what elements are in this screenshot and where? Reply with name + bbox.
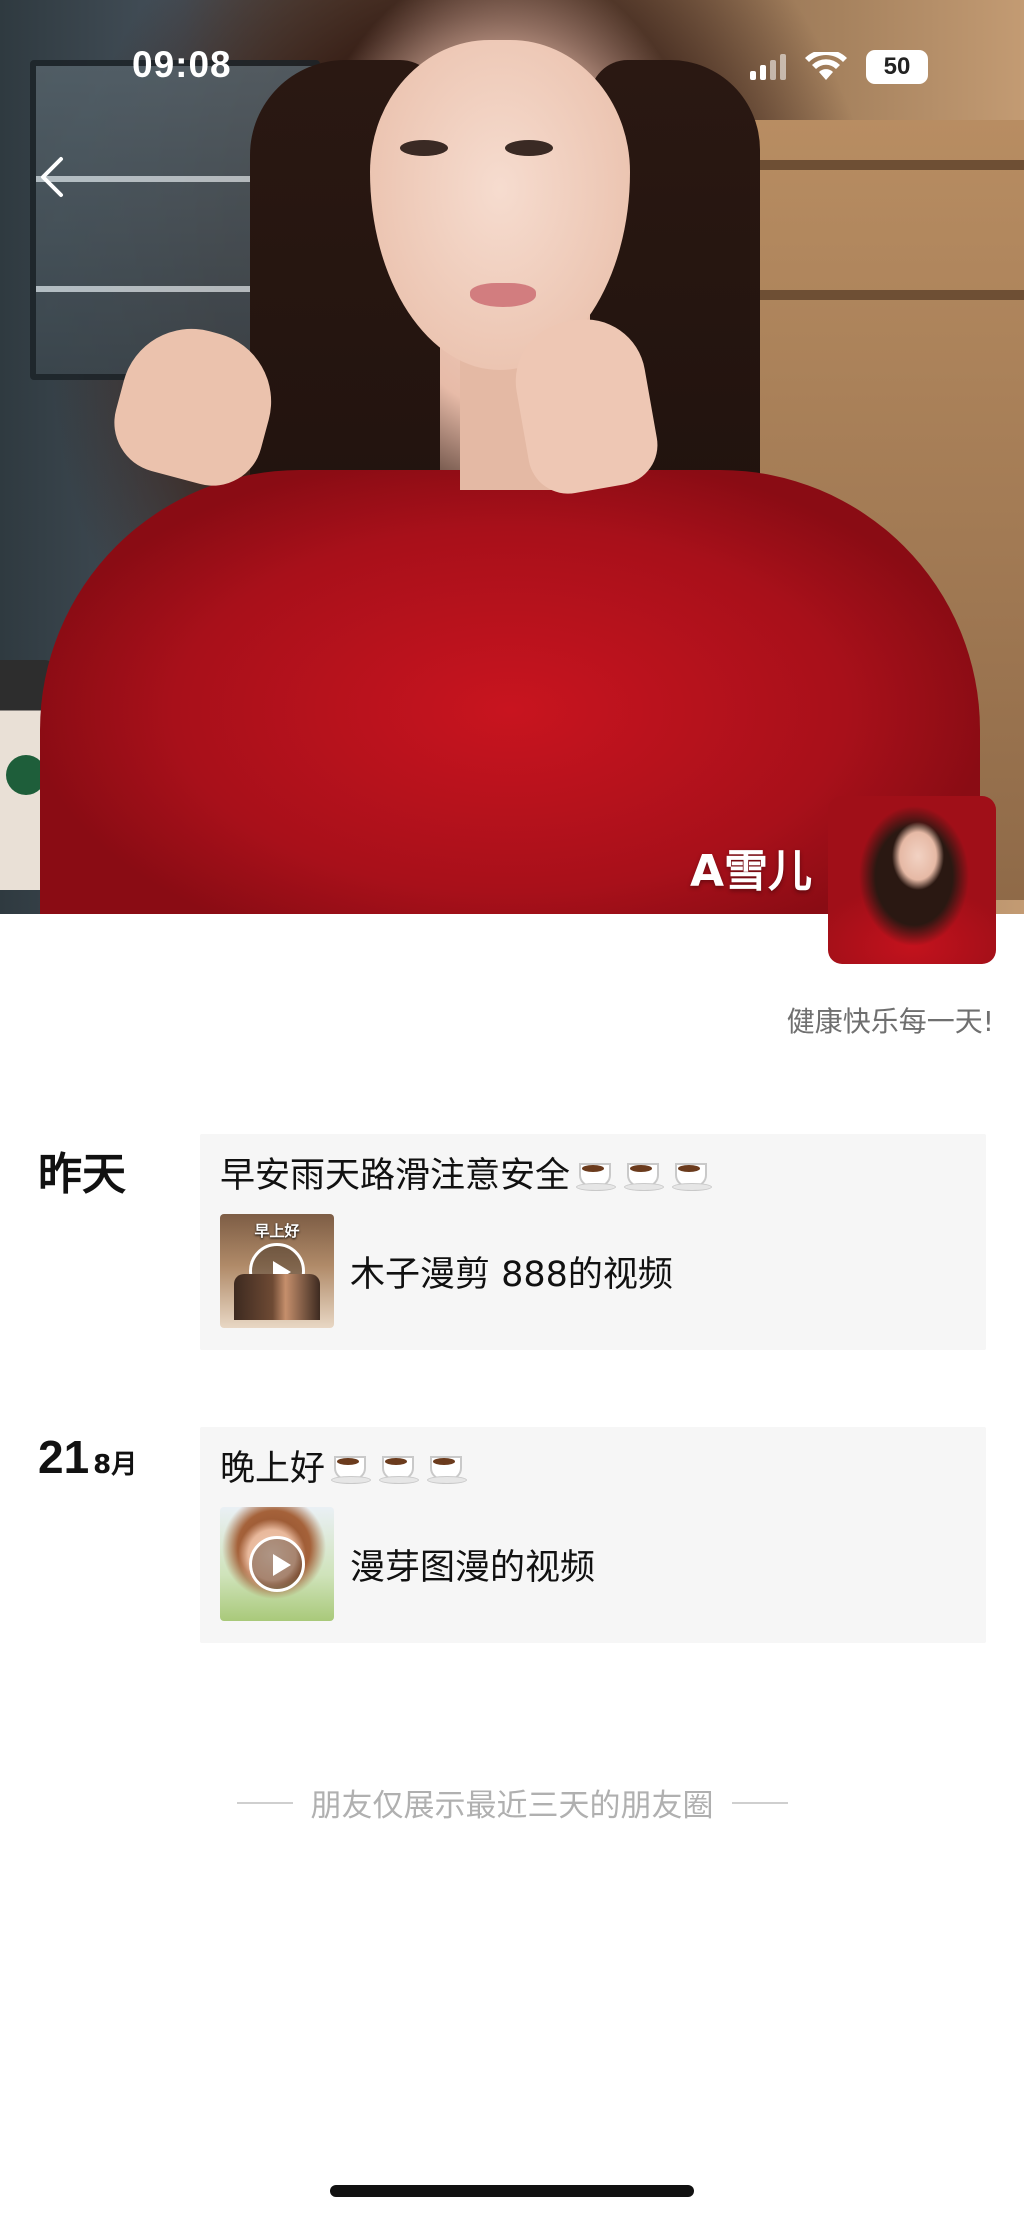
cover-eye — [400, 140, 448, 156]
video-title[interactable]: 漫芽图漫的视频 — [350, 1539, 595, 1590]
video-thumbnail[interactable] — [220, 1507, 334, 1621]
feed-end-text: 朋友仅展示最近三天的朋友圈 — [310, 1788, 714, 1824]
hot-beverage-icon — [576, 1155, 618, 1193]
profile-signature: 健康快乐每一天! — [786, 1005, 994, 1038]
video-share[interactable]: 漫芽图漫的视频 — [220, 1507, 968, 1621]
post-text: 晚上好 — [220, 1445, 968, 1493]
video-title[interactable]: 木子漫剪 888的视频 — [350, 1246, 673, 1297]
cover-eye — [505, 140, 553, 156]
status-time: 09:08 — [132, 44, 232, 85]
cover-lips — [470, 283, 536, 307]
video-thumbnail-caption: 早上好 — [254, 1222, 300, 1240]
play-icon[interactable] — [249, 1243, 305, 1299]
status-icons: 50 — [750, 50, 928, 84]
post-date-month: 8月 — [93, 1450, 138, 1480]
post-text: 早安雨天路滑注意安全 — [220, 1152, 968, 1200]
chevron-left-icon — [41, 157, 63, 197]
profile-nickname: A雪儿 — [689, 846, 812, 897]
play-icon[interactable] — [249, 1536, 305, 1592]
battery-icon: 50 — [866, 50, 928, 84]
back-button[interactable] — [30, 150, 74, 204]
video-share[interactable]: 早上好 木子漫剪 888的视频 — [220, 1214, 968, 1328]
post-date-label: 21 8月 — [38, 1430, 137, 1484]
wifi-icon — [805, 52, 847, 80]
avatar[interactable] — [828, 796, 996, 964]
signal-icon — [750, 54, 786, 80]
feed-end-note: 朋友仅展示最近三天的朋友圈 — [0, 1780, 1024, 1825]
post-card[interactable]: 早安雨天路滑注意安全 早上好 木子漫剪 888的视频 — [200, 1134, 986, 1350]
cover-photo[interactable] — [0, 0, 1024, 914]
video-thumbnail[interactable]: 早上好 — [220, 1214, 334, 1328]
hot-beverage-icon — [624, 1155, 666, 1193]
hot-beverage-icon — [427, 1448, 469, 1486]
post-text-content: 晚上好 — [220, 1449, 326, 1489]
post-text-content: 早安雨天路滑注意安全 — [220, 1156, 571, 1196]
divider — [731, 1801, 788, 1804]
hot-beverage-icon — [672, 1155, 714, 1193]
post-date-day: 21 — [38, 1431, 90, 1483]
post-date-label: 昨天 — [38, 1149, 126, 1200]
post-card[interactable]: 晚上好 漫芽图漫的视频 — [200, 1427, 986, 1643]
hot-beverage-icon — [379, 1448, 421, 1486]
home-indicator[interactable] — [330, 2185, 694, 2197]
hot-beverage-icon — [331, 1448, 373, 1486]
divider — [236, 1801, 293, 1804]
